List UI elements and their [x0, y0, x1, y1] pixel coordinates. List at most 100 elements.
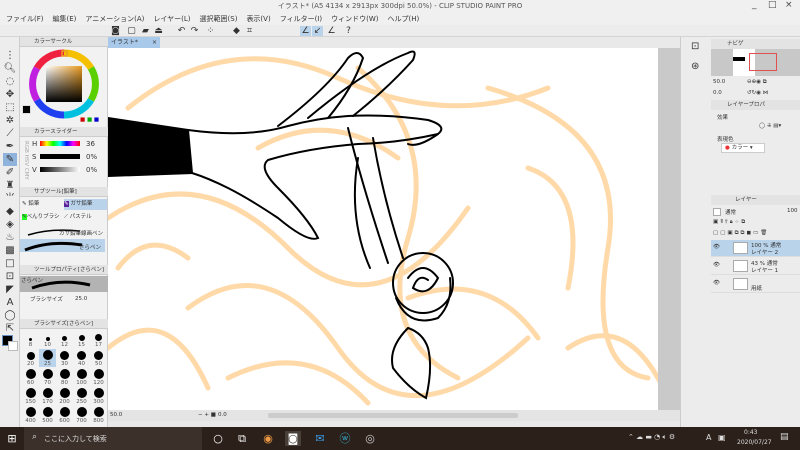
brush-size-option[interactable]: 170: [39, 387, 56, 405]
tab-close-icon[interactable]: ×: [152, 37, 157, 48]
artwork[interactable]: [108, 48, 680, 410]
brush-size-option[interactable]: 17: [90, 330, 107, 348]
layer-tools-row2[interactable]: ▢▢▣⧉⧉◼▭🗑︎: [713, 230, 769, 237]
fill-tool-icon[interactable]: ◆: [3, 205, 17, 218]
notification-icon[interactable]: ▤: [780, 432, 789, 442]
menu-window[interactable]: ウィンドウ(W): [331, 14, 378, 24]
canvas-viewport[interactable]: [108, 48, 680, 410]
brush-size-option[interactable]: 800: [90, 406, 107, 424]
airbrush-icon[interactable]: ♜: [3, 179, 17, 192]
stabilizer-icon[interactable]: ∠: [300, 26, 311, 36]
saturation-slider[interactable]: [40, 154, 80, 159]
tray-icons[interactable]: ⌃ ☁ ▬ ◔ 🔈︎ ⚙: [628, 433, 675, 442]
ruler-icon[interactable]: ◤: [3, 283, 17, 296]
frame-icon[interactable]: ⊡: [3, 270, 17, 283]
close-button[interactable]: ×: [785, 0, 793, 10]
layer-row[interactable]: 👁︎ 43 % 通常 レイヤー 1: [711, 258, 800, 275]
brush-size-option[interactable]: 25: [39, 349, 56, 367]
ruler-snap-icon[interactable]: ∠: [326, 26, 337, 36]
color-circle-main-swatch[interactable]: [22, 105, 31, 114]
app-icon[interactable]: ◎: [362, 431, 378, 446]
decoration-icon[interactable]: ⺌: [3, 192, 17, 205]
color-circle-header[interactable]: カラーサークル: [20, 37, 108, 47]
eyedropper-icon[interactable]: ⟋: [3, 127, 17, 140]
clock-time[interactable]: 0:43: [744, 429, 757, 436]
brush-size-option[interactable]: 80: [56, 368, 73, 386]
brush-size-option[interactable]: 600: [56, 406, 73, 424]
crop-icon[interactable]: ⌗: [244, 26, 255, 36]
slider-v-value[interactable]: 0%: [86, 166, 97, 174]
slider-s-value[interactable]: 0%: [86, 153, 97, 161]
layer-panel-header[interactable]: レイヤー: [711, 195, 800, 205]
rect-select-icon[interactable]: ⬚: [3, 101, 17, 114]
layer-row[interactable]: 👁︎ 用紙: [711, 276, 800, 293]
brush-size-header[interactable]: ブラシサイズ[さらペン]: [20, 319, 108, 329]
zoom-tool-icon[interactable]: 🔍︎: [3, 62, 17, 75]
menu-filter[interactable]: フィルター(I): [280, 14, 322, 24]
subtool-pastel[interactable]: ⟋ パステル: [64, 212, 107, 223]
canvas-tab[interactable]: イラスト* ×: [108, 37, 160, 48]
brush-size-option[interactable]: 12: [56, 330, 73, 348]
slider-h-value[interactable]: 36: [86, 140, 95, 148]
subtool-rough-pencil[interactable]: ✎ ガサ鉛筆: [64, 199, 107, 210]
brush-size-option[interactable]: 200: [56, 387, 73, 405]
task-view-icon[interactable]: ⧉: [234, 431, 250, 446]
brush-size-option[interactable]: 100: [73, 368, 90, 386]
cortana-icon[interactable]: ○: [210, 431, 226, 446]
keyboard-icon[interactable]: ▣: [718, 433, 726, 442]
undo-icon[interactable]: ↶: [176, 26, 187, 36]
color-slider-header[interactable]: カラースライダー: [20, 127, 108, 137]
brush-size-value[interactable]: 25.0: [75, 296, 87, 302]
vertical-scrollbar[interactable]: [658, 48, 680, 410]
blend-icon[interactable]: ♨: [3, 231, 17, 244]
sub-color-swatch[interactable]: [8, 341, 18, 351]
eye-icon[interactable]: 👁︎: [713, 244, 720, 250]
value-slider[interactable]: [40, 167, 80, 172]
new-file-icon[interactable]: ▢: [126, 26, 137, 36]
brush-size-option[interactable]: 8: [22, 330, 39, 348]
rotation-value[interactable]: 0.0: [218, 412, 227, 418]
brush-size-option[interactable]: 30: [56, 349, 73, 367]
brush-size-option[interactable]: 20: [22, 349, 39, 367]
zoom-controls[interactable]: − + ■: [198, 412, 216, 418]
help-icon[interactable]: ?: [343, 26, 354, 36]
brush-icon[interactable]: ✐: [3, 166, 17, 179]
menu-view[interactable]: 表示(V): [246, 14, 270, 24]
eraser-icon[interactable]: ◈: [3, 218, 17, 231]
pencil-icon[interactable]: ✎: [3, 153, 17, 166]
brush-sara-pen[interactable]: さらペン: [20, 239, 105, 252]
opacity-value[interactable]: 100: [787, 208, 798, 214]
menu-layer[interactable]: レイヤー(L): [153, 14, 190, 24]
subtool-handy-brush[interactable]: ✎べんりブラシ: [22, 212, 64, 223]
open-file-icon[interactable]: ▰: [140, 26, 151, 36]
navigator-rotate-buttons[interactable]: ↺↻◉ ⋈: [747, 90, 768, 96]
lasso-icon[interactable]: ◌: [3, 75, 17, 88]
redo-icon[interactable]: ↷: [189, 26, 200, 36]
deselect-icon[interactable]: ⁘: [205, 26, 216, 36]
ime-indicator[interactable]: A: [706, 433, 711, 442]
minimize-button[interactable]: _: [752, 0, 757, 10]
brush-size-option[interactable]: 120: [90, 368, 107, 386]
balloon-icon[interactable]: ◯: [3, 309, 17, 322]
navigator-zoom[interactable]: 50.0: [713, 79, 725, 85]
navigator-zoom-buttons[interactable]: ⊖⊕◉ ⧉: [747, 79, 767, 86]
save-icon[interactable]: ⏏: [153, 26, 164, 36]
brush-size-option[interactable]: 700: [73, 406, 90, 424]
chrome-icon[interactable]: ◉: [260, 431, 276, 446]
brush-size-option[interactable]: 15: [73, 330, 90, 348]
brush-size-option[interactable]: 40: [73, 349, 90, 367]
start-icon[interactable]: ⊞: [4, 431, 20, 446]
brush-size-option[interactable]: 250: [73, 387, 90, 405]
menu-file[interactable]: ファイル(F): [6, 14, 44, 24]
maximize-button[interactable]: □: [768, 0, 777, 10]
menu-animation[interactable]: アニメーション(A): [85, 14, 144, 24]
menu-help[interactable]: ヘルプ(H): [387, 14, 419, 24]
brush-size-option[interactable]: 150: [22, 387, 39, 405]
eye-icon[interactable]: 👁︎: [713, 262, 720, 268]
brush-size-option[interactable]: 500: [39, 406, 56, 424]
sub-tool-header[interactable]: サブツール[鉛筆]: [20, 187, 108, 197]
pen-icon[interactable]: ✒: [3, 140, 17, 153]
navigator-preview[interactable]: [711, 49, 800, 76]
navigator-header[interactable]: ナビゲ: [711, 39, 800, 49]
color-wheel[interactable]: [28, 48, 100, 120]
